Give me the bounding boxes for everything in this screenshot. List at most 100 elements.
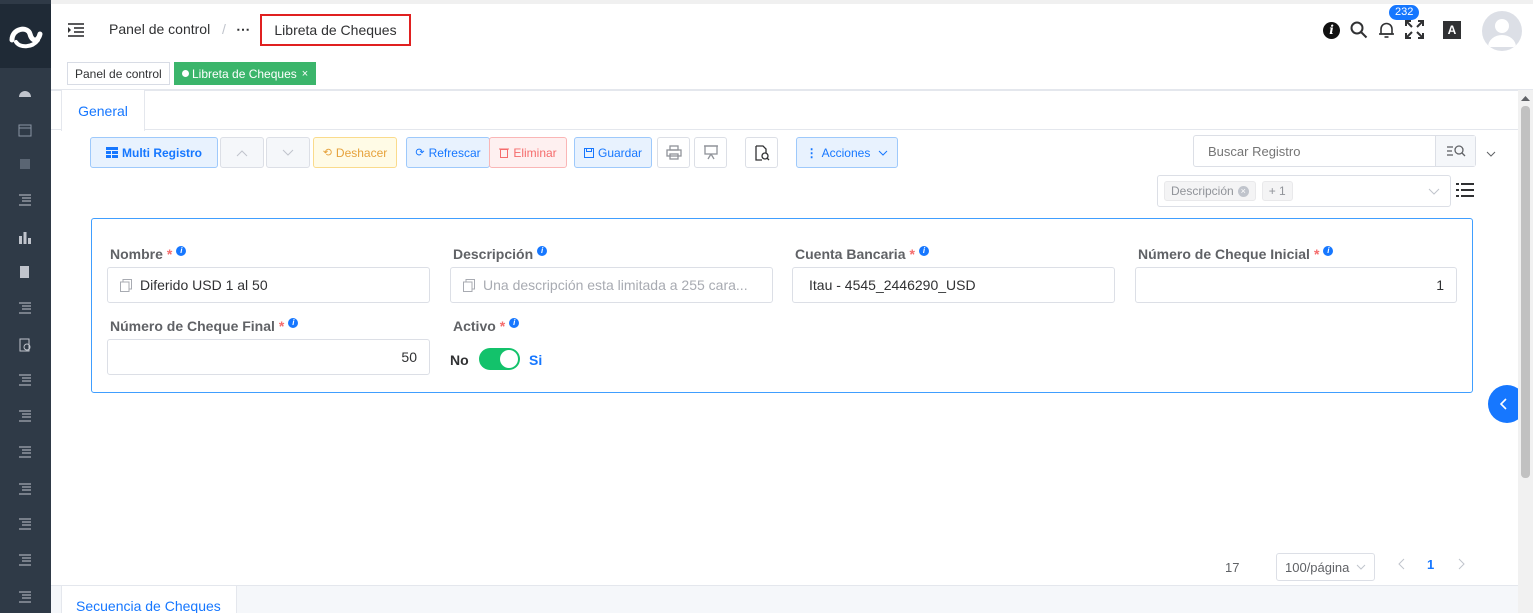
required-marker: * [1313, 246, 1320, 262]
bar-chart-icon[interactable] [17, 229, 33, 245]
required-marker: * [278, 318, 285, 334]
fullscreen-icon[interactable] [1405, 20, 1424, 42]
advanced-search-button[interactable] [1435, 136, 1475, 166]
search-icon[interactable] [1350, 21, 1368, 42]
delete-button[interactable]: Eliminar [489, 137, 567, 168]
inicial-label-text: Número de Cheque Inicial [1138, 246, 1310, 262]
calendar-icon[interactable] [17, 122, 33, 138]
app-logo[interactable] [0, 4, 51, 68]
previous-record-button[interactable] [220, 137, 264, 168]
column-filter-select[interactable]: Descripción × + 1 [1157, 175, 1451, 207]
save-icon [583, 147, 594, 158]
chevron-left-icon [1398, 558, 1405, 570]
list-icon[interactable] [17, 481, 33, 497]
info-icon[interactable]: i [509, 318, 520, 328]
undo-button[interactable]: ⟲ Deshacer [313, 137, 397, 168]
info-icon[interactable]: i [1323, 246, 1334, 256]
chevron-down-icon [1428, 188, 1440, 195]
activo-switch[interactable] [479, 348, 520, 370]
printer-icon [665, 145, 682, 160]
report-icon[interactable] [17, 337, 33, 353]
copy-icon [120, 278, 132, 292]
cheque-inicial-field[interactable]: 1 [1135, 267, 1457, 303]
final-value: 50 [401, 349, 417, 365]
tag-libreta-de-cheques[interactable]: Libreta de Cheques × [174, 62, 317, 85]
search-input[interactable] [1194, 143, 1435, 159]
nombre-field[interactable]: Diferido USD 1 al 50 [107, 267, 430, 303]
list-icon[interactable] [17, 408, 33, 424]
list-icon[interactable] [17, 192, 33, 208]
delete-label: Eliminar [513, 145, 557, 160]
vertical-scrollbar[interactable] [1518, 90, 1533, 613]
presentation-icon [703, 145, 718, 160]
bell-icon[interactable] [1378, 21, 1395, 42]
page-size-select[interactable]: 100/página [1276, 553, 1375, 581]
tag-panel-de-control[interactable]: Panel de control [67, 62, 170, 85]
avatar[interactable] [1482, 11, 1522, 51]
scrollbar-thumb[interactable] [1521, 106, 1530, 478]
column-list-icon[interactable] [1456, 182, 1474, 202]
actions-menu-button[interactable]: ⋮ Acciones [796, 137, 898, 168]
info-icon[interactable]: i [176, 246, 187, 256]
document-edit-icon[interactable] [17, 264, 33, 280]
more-vertical-icon: ⋮ [805, 145, 818, 160]
breadcrumb-ellipsis[interactable]: ⋯ [236, 21, 250, 38]
chevron-right-icon [1458, 558, 1465, 570]
tag-label: Panel de control [75, 66, 162, 81]
search-box [1193, 135, 1476, 167]
required-marker: * [909, 246, 915, 262]
cheque-final-field[interactable]: 50 [107, 339, 430, 375]
presentation-button[interactable] [694, 137, 727, 168]
print-button[interactable] [657, 137, 690, 168]
list-icon[interactable] [17, 444, 33, 460]
list-icon[interactable] [17, 516, 33, 532]
chevron-down-icon[interactable] [1486, 145, 1496, 160]
breadcrumb-current: Libreta de Cheques [260, 14, 411, 46]
note-icon[interactable] [17, 156, 33, 172]
undo-label: Deshacer [335, 145, 388, 160]
sidebar [0, 0, 51, 613]
translate-icon[interactable]: A [1443, 21, 1461, 39]
list-icon[interactable] [17, 589, 33, 605]
switch-knob [500, 350, 518, 368]
search-list-icon [1446, 145, 1465, 157]
required-marker: * [166, 246, 173, 262]
dashboard-icon[interactable] [17, 86, 33, 102]
prev-page-button[interactable] [1398, 558, 1406, 573]
tag-close-icon[interactable]: × [302, 68, 308, 80]
document-search-icon [754, 144, 769, 161]
descripcion-field[interactable]: Una descripción esta limitada a 255 cara… [450, 267, 773, 303]
breadcrumb-home[interactable]: Panel de control [109, 21, 210, 37]
list-icon[interactable] [17, 300, 33, 316]
list-icon[interactable] [17, 372, 33, 388]
bottom-tab-bar [51, 585, 1518, 613]
info-icon[interactable]: i [918, 246, 929, 256]
chevron-up-icon [236, 149, 248, 156]
switch-on-label: Si [529, 352, 543, 368]
next-record-button[interactable] [266, 137, 310, 168]
current-page[interactable]: 1 [1427, 557, 1434, 572]
list-icon[interactable] [17, 552, 33, 568]
undo-icon: ⟲ [322, 147, 332, 159]
filter-chip: Descripción × [1164, 181, 1256, 201]
report-preview-button[interactable] [745, 137, 778, 168]
copy-icon [463, 278, 475, 292]
final-label-text: Número de Cheque Final [110, 318, 275, 334]
info-icon[interactable]: i [537, 246, 548, 256]
info-icon[interactable]: i [1323, 22, 1340, 39]
scroll-up-icon [1521, 96, 1530, 101]
info-icon[interactable]: i [288, 318, 299, 328]
save-button[interactable]: Guardar [574, 137, 652, 168]
chevron-left-icon [1500, 398, 1507, 410]
menu-collapse-icon[interactable] [67, 22, 85, 41]
nombre-label-text: Nombre [110, 246, 163, 262]
filter-more-chip: + 1 [1261, 181, 1293, 201]
multi-registro-button[interactable]: Multi Registro [90, 137, 218, 168]
next-page-button[interactable] [1457, 558, 1465, 573]
refresh-button[interactable]: ⟳ Refrescar [406, 137, 490, 168]
close-icon[interactable]: × [1237, 185, 1249, 197]
tab-general[interactable]: General [61, 90, 145, 131]
activo-label-text: Activo [453, 318, 496, 334]
cuenta-bancaria-field[interactable]: Itau - 4545_2446290_USD [792, 267, 1115, 303]
tab-secuencia-de-cheques[interactable]: Secuencia de Cheques [61, 586, 237, 613]
